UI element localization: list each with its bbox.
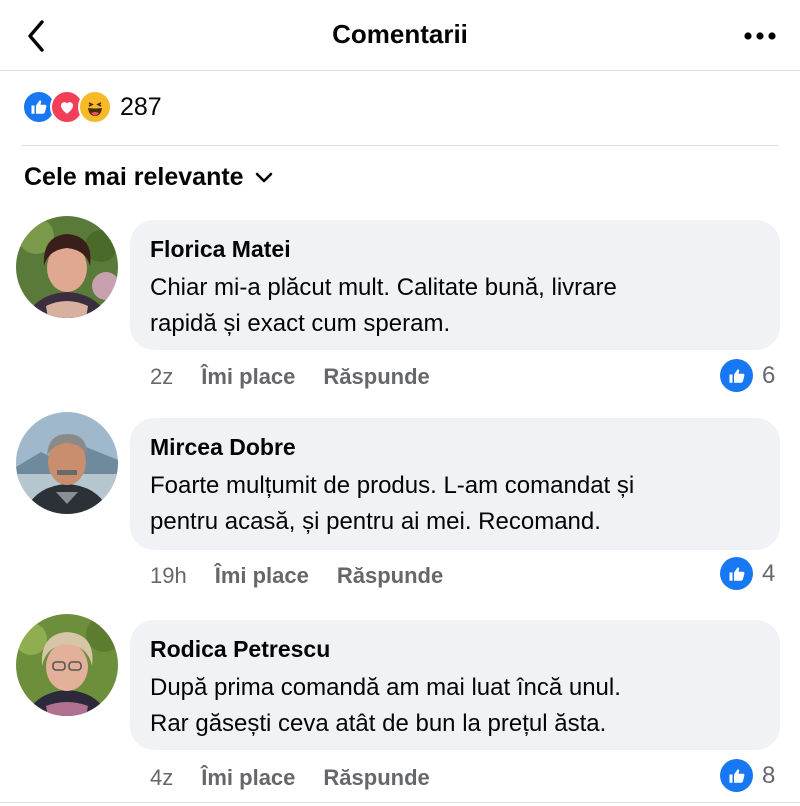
comment-bubble: Mircea Dobre Foarte mulțumit de produs. … — [130, 418, 780, 550]
comment-actions: 4z Îmi place Răspunde — [150, 765, 458, 791]
like-count: 8 — [762, 762, 776, 789]
comment-text: După prima comandă am mai luat încă unul… — [150, 670, 770, 742]
reactions-count: 287 — [120, 92, 162, 121]
like-button[interactable]: Îmi place — [201, 765, 295, 791]
like-count: 4 — [762, 560, 776, 587]
comment-bubble: Florica Matei Chiar mi-a plăcut mult. Ca… — [130, 220, 780, 350]
haha-icon — [78, 90, 112, 124]
comment-bubble: Rodica Petrescu După prima comandă am ma… — [130, 620, 780, 750]
reactions-summary[interactable]: 287 — [22, 90, 162, 124]
chevron-down-icon — [255, 172, 272, 182]
comment-time[interactable]: 4z — [150, 765, 173, 791]
reply-button[interactable]: Răspunde — [323, 765, 429, 791]
comment-actions: 2z Îmi place Răspunde — [150, 364, 458, 390]
like-badge-icon[interactable] — [720, 359, 753, 392]
avatar[interactable] — [16, 614, 118, 716]
top-bar: Comentarii — [0, 0, 800, 70]
comment-time[interactable]: 19h — [150, 563, 187, 589]
like-button[interactable]: Îmi place — [215, 563, 309, 589]
avatar[interactable] — [16, 216, 118, 318]
comment-time[interactable]: 2z — [150, 364, 173, 390]
sort-label: Cele mai relevante — [24, 163, 244, 191]
comment-actions: 19h Îmi place Răspunde — [150, 563, 471, 589]
sort-dropdown[interactable]: Cele mai relevante — [24, 163, 274, 192]
more-options-button[interactable] — [740, 24, 780, 48]
divider — [0, 70, 800, 71]
like-badge-icon[interactable] — [720, 759, 753, 792]
more-dots-icon — [744, 32, 776, 40]
divider — [0, 802, 800, 803]
comment-author[interactable]: Rodica Petrescu — [150, 636, 330, 663]
comment-author[interactable]: Mircea Dobre — [150, 434, 296, 461]
avatar[interactable] — [16, 412, 118, 514]
comment-author[interactable]: Florica Matei — [150, 236, 291, 263]
comment-line: pentru acasă, și pentru ai mei. Recomand… — [150, 508, 601, 535]
comment-line: După prima comandă am mai luat încă unul… — [150, 674, 621, 701]
comment-line: Foarte mulțumit de produs. L-am comandat… — [150, 472, 635, 499]
divider — [22, 145, 778, 146]
comment-line: rapidă și exact cum speram. — [150, 310, 451, 337]
page-title: Comentarii — [332, 19, 468, 49]
reply-button[interactable]: Răspunde — [337, 563, 443, 589]
comment-text: Chiar mi-a plăcut mult. Calitate bună, l… — [150, 270, 770, 342]
reply-button[interactable]: Răspunde — [323, 364, 429, 390]
comment-line: Chiar mi-a plăcut mult. Calitate bună, l… — [150, 274, 617, 301]
comment-line: Rar găsești ceva atât de bun la prețul ă… — [150, 710, 607, 737]
comment-text: Foarte mulțumit de produs. L-am comandat… — [150, 468, 770, 540]
like-button[interactable]: Îmi place — [201, 364, 295, 390]
like-count: 6 — [762, 362, 776, 389]
like-badge-icon[interactable] — [720, 557, 753, 590]
